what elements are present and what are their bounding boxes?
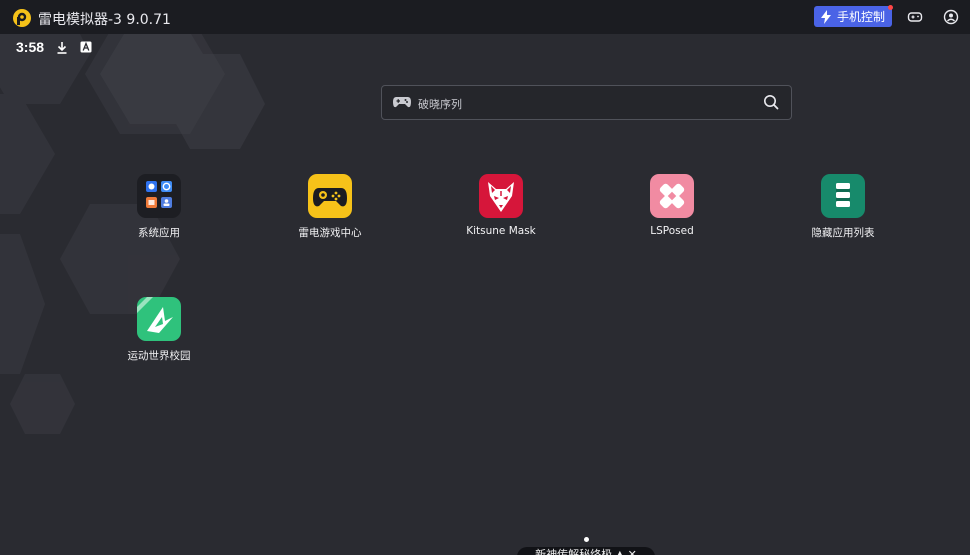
game-center-icon — [308, 174, 352, 218]
keyboard-a-icon — [80, 41, 92, 53]
user-account-icon[interactable] — [943, 9, 959, 25]
ldplayer-logo-icon — [13, 9, 31, 27]
android-home-screen: 3:58 破晓序列 系统应用 雷电游戏中心 Kitsune Mask LSPos… — [0, 34, 970, 555]
lsposed-icon — [650, 174, 694, 218]
sport-world-campus-icon — [137, 297, 181, 341]
app-label: 运动世界校园 — [127, 350, 191, 362]
app-label: 隐藏应用列表 — [811, 227, 875, 239]
search-icon[interactable] — [763, 94, 779, 110]
kitsune-mask-icon — [479, 174, 523, 218]
clock: 3:58 — [16, 39, 45, 55]
app-sport-world-campus[interactable]: 运动世界校园 — [99, 297, 219, 363]
search-placeholder: 破晓序列 — [418, 98, 462, 111]
app-lsposed[interactable]: LSPosed — [612, 174, 732, 237]
app-label: LSPosed — [650, 225, 694, 237]
hide-app-list-icon — [821, 174, 865, 218]
toast-notification[interactable]: 新神传解秘终极 ▲ ✕ — [517, 547, 655, 555]
gamepad-icon — [393, 97, 411, 108]
app-label: 系统应用 — [138, 227, 180, 239]
download-icon — [57, 41, 67, 54]
app-system-apps[interactable]: 系统应用 — [99, 174, 219, 240]
page-indicator-dot — [584, 537, 589, 542]
system-apps-folder-icon — [137, 174, 181, 218]
phone-control-button[interactable]: 手机控制 — [814, 6, 892, 27]
window-title: 雷电模拟器-3 9.0.71 — [38, 12, 171, 28]
app-label: 雷电游戏中心 — [298, 227, 362, 239]
phone-control-label: 手机控制 — [837, 10, 886, 24]
app-label: Kitsune Mask — [466, 225, 536, 237]
lightning-icon — [821, 9, 831, 24]
gamepad-icon[interactable] — [907, 9, 923, 25]
app-game-center[interactable]: 雷电游戏中心 — [270, 174, 390, 240]
notification-dot — [888, 5, 893, 10]
status-bar: 3:58 — [16, 39, 92, 55]
title-bar: 雷电模拟器-3 9.0.71 手机控制 — [0, 0, 970, 34]
search-bar[interactable]: 破晓序列 — [381, 85, 792, 120]
app-kitsune-mask[interactable]: Kitsune Mask — [441, 174, 561, 237]
app-hide-app-list[interactable]: 隐藏应用列表 — [783, 174, 903, 240]
